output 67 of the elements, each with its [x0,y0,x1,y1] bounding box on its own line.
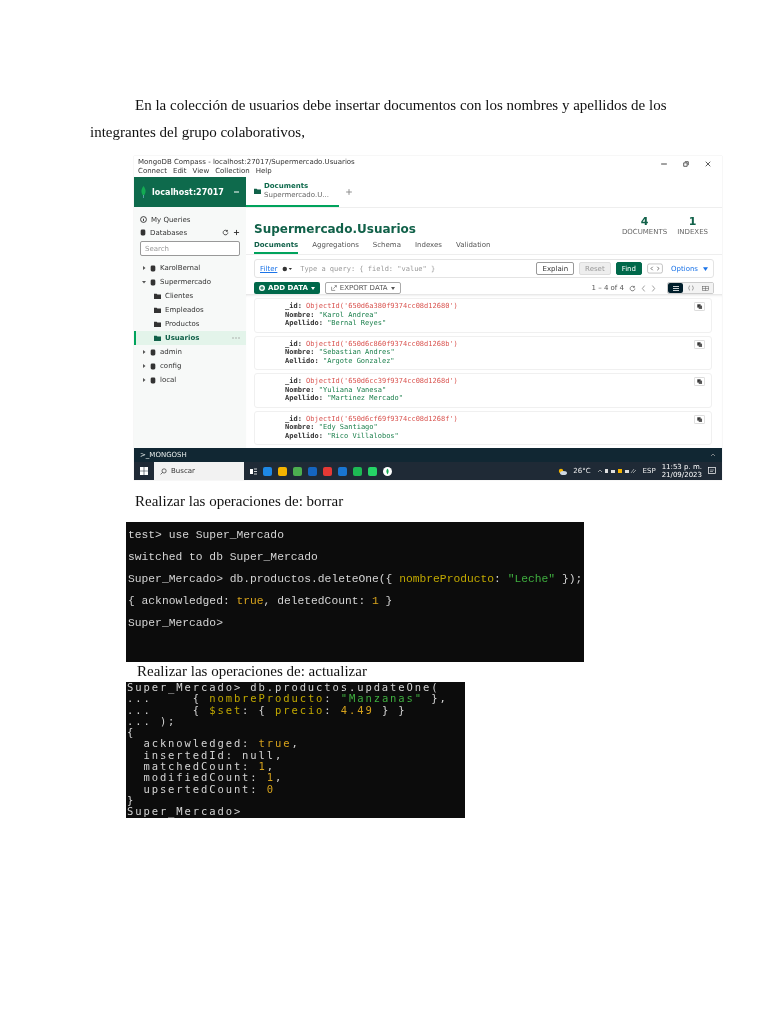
minimize-icon[interactable] [660,160,668,168]
terminal-line: { acknowledged: true, deletedCount: 1 } [128,594,394,609]
terminal-line: ... { nombreProducto: "Manzanas" }, [127,693,449,705]
list-view-button[interactable] [668,283,683,293]
caret-down-icon[interactable] [142,280,146,284]
caret-right-icon[interactable] [142,378,146,382]
folder-icon [154,335,161,341]
paragraph: Realizar las operaciones de: borrar [135,492,345,510]
info-icon [140,216,147,223]
caret-down-icon[interactable] [703,266,708,271]
copy-icon[interactable] [694,377,705,386]
task-view-icon[interactable] [250,467,257,475]
terminal-line: switched to db Super_Mercado [128,550,319,565]
notification-icon[interactable] [708,467,716,475]
gear-icon[interactable] [282,265,293,272]
terminal-line: ... ); [127,715,178,728]
terminal-line: matchedCount: 1, [142,761,276,773]
terminal-line: } [127,794,137,807]
terminal-line: test> use Super_Mercado [128,528,285,543]
expand-icon[interactable] [710,453,716,457]
connection-name[interactable]: localhost:27017 [152,187,228,197]
windows-logo-icon[interactable] [140,467,148,475]
terminal-line: upsertedCount: 0 [142,783,276,795]
folder-icon [154,307,161,313]
collapse-icon[interactable] [233,190,240,194]
terminal-line: Super_Mercado> db.productos.deleteOne({ nombreProducto: "Leche" }); [128,572,584,587]
caret-right-icon[interactable] [142,364,146,368]
folder-icon [154,321,161,327]
stat-value: 4 [640,216,649,228]
search-icon [160,467,167,475]
braces-icon [687,285,694,291]
caret-down-icon [310,286,315,290]
refresh-icon[interactable] [222,229,229,236]
folder-icon [254,188,261,194]
copy-icon[interactable] [694,302,705,311]
table-icon [702,285,709,291]
terminal-line: { [127,727,137,739]
collection-title: Supermercado.Usuarios [254,222,416,236]
list-icon [672,285,679,291]
weather-icon [558,467,568,475]
close-icon[interactable] [704,160,712,168]
paragraph: En la colección de usuarios debe insertar documentos con los nombres y apellidos de los integrantes del grupo colaborativos, [90,96,668,142]
terminal-line: Super_Mercado> [128,616,224,631]
terminal-line: Super_Mercado> db.productos.updateOne( [127,682,440,694]
terminal-line: modifiedCount: 1, [142,772,285,784]
copy-icon[interactable] [694,339,705,349]
export-icon [330,285,337,291]
folder-icon [154,293,161,299]
caret-right-icon[interactable] [142,266,146,270]
refresh-icon[interactable] [629,284,636,292]
terminal-line: ... { $set: { precio: 4.49 } } [127,704,408,716]
leaf-icon[interactable] [383,466,392,476]
leaf-icon [140,186,147,198]
caret-down-icon [390,286,395,290]
tray-icons-drawing[interactable] [596,468,637,474]
terminal-line: Super_Mercado> [127,806,244,818]
plus-icon [259,285,265,291]
database-icon [140,229,146,236]
terminal-line: acknowledged: true, [142,738,301,750]
stat-value: 1 [688,216,697,228]
caret-right-icon[interactable] [142,350,146,354]
restore-icon[interactable] [682,160,690,168]
copy-icon[interactable] [694,414,705,424]
plus-icon[interactable] [233,229,240,236]
paragraph: Realizar las operaciones de: actualizar [137,662,368,680]
table-view-button[interactable] [698,283,713,293]
terminal-line: insertedId: null, [142,749,285,762]
